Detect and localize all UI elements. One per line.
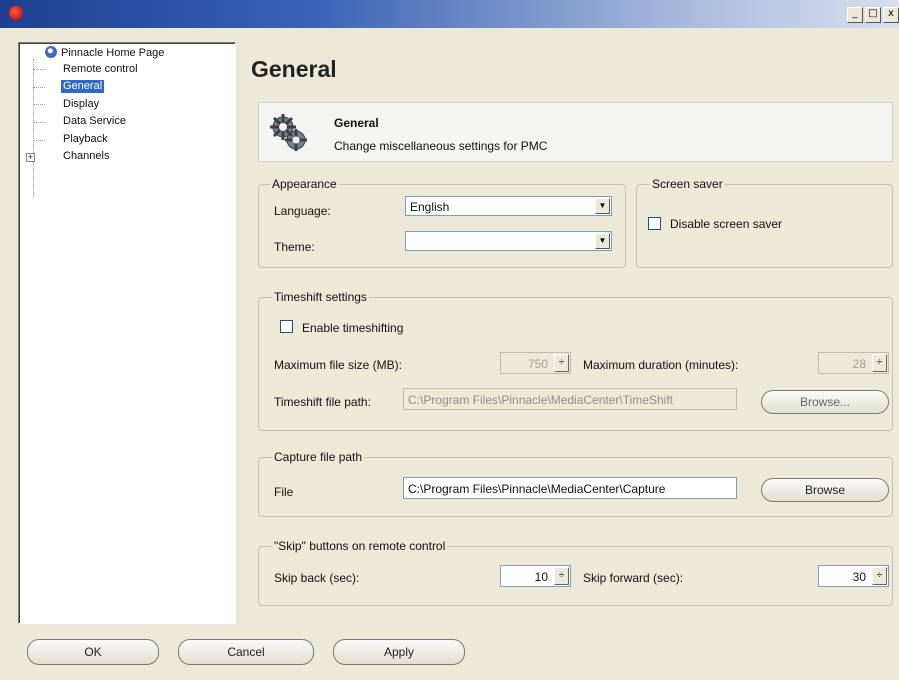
enable-timeshift-label[interactable]: Enable timeshifting: [302, 321, 403, 335]
max-file-size-label: Maximum file size (MB):: [274, 358, 403, 372]
banner-description: Change miscellaneous settings for PMC: [334, 139, 548, 153]
tree-connector: [33, 69, 45, 70]
cancel-button[interactable]: Cancel: [178, 639, 314, 665]
screen-saver-legend: Screen saver: [650, 177, 725, 191]
theme-select[interactable]: ▼: [405, 231, 612, 251]
timeshift-path-field[interactable]: C:\Program Files\Pinnacle\MediaCenter\Ti…: [403, 388, 737, 410]
tree-connector: [33, 122, 45, 123]
capture-file-field[interactable]: C:\Program Files\Pinnacle\MediaCenter\Ca…: [403, 477, 737, 499]
tree-item-remote-control[interactable]: Remote control: [63, 63, 138, 76]
tree-connector: [33, 140, 45, 141]
skip-forward-value: 30: [852, 570, 866, 584]
spinner-arrows-icon[interactable]: ÷: [554, 567, 569, 585]
page-title: General: [251, 56, 337, 82]
skip-back-value: 10: [534, 570, 548, 584]
timeshift-path-label: Timeshift file path:: [274, 395, 371, 409]
enable-timeshift-checkbox[interactable]: [280, 320, 293, 333]
banner-title: General: [334, 116, 379, 130]
language-value: English: [410, 200, 450, 214]
title-bar: _ □ x: [0, 0, 899, 28]
section-banner: General Change miscellaneous settings fo…: [258, 102, 893, 162]
tree-item-data-service[interactable]: Data Service: [63, 115, 126, 128]
close-button[interactable]: x: [883, 7, 899, 23]
tree-item-pinnacle-home-page[interactable]: Pinnacle Home Page: [61, 47, 164, 60]
skip-forward-label: Skip forward (sec):: [583, 571, 684, 585]
max-duration-label: Maximum duration (minutes):: [583, 358, 739, 372]
window-controls: _ □ x: [847, 7, 899, 23]
expand-channels-icon[interactable]: +: [26, 153, 35, 162]
apply-button[interactable]: Apply: [333, 639, 465, 665]
spinner-arrows-icon[interactable]: ÷: [554, 354, 569, 372]
disable-screen-saver-checkbox[interactable]: [648, 217, 661, 230]
language-select[interactable]: English ▼: [405, 196, 612, 216]
tree-connector: [33, 59, 34, 197]
language-label: Language:: [274, 204, 331, 218]
tree-item-general[interactable]: General: [61, 80, 105, 93]
tree-connector: [33, 87, 45, 88]
settings-tree[interactable]: Pinnacle Home Page Remote control Genera…: [18, 42, 236, 624]
gear-icon: [270, 114, 307, 151]
timeshift-browse-button[interactable]: Browse...: [761, 390, 889, 414]
chevron-down-icon[interactable]: ▼: [595, 233, 610, 249]
skip-legend: "Skip" buttons on remote control: [272, 539, 448, 553]
tree-connector: [33, 104, 45, 105]
capture-file-value: C:\Program Files\Pinnacle\MediaCenter\Ca…: [408, 482, 666, 496]
skip-back-spinner[interactable]: 10 ÷: [500, 565, 571, 587]
ok-button[interactable]: OK: [27, 639, 159, 665]
home-page-icon: [45, 46, 57, 58]
theme-label: Theme:: [274, 240, 315, 254]
appearance-legend: Appearance: [270, 177, 339, 191]
capture-legend: Capture file path: [272, 450, 365, 464]
max-duration-spinner[interactable]: 28 ÷: [818, 352, 889, 374]
tree-item-playback[interactable]: Playback: [63, 133, 108, 146]
skip-back-label: Skip back (sec):: [274, 571, 360, 585]
tree-item-display[interactable]: Display: [63, 98, 99, 111]
capture-file-label: File: [274, 485, 294, 499]
spinner-arrows-icon[interactable]: ÷: [872, 354, 887, 372]
spinner-arrows-icon[interactable]: ÷: [872, 567, 887, 585]
max-file-size-value: 750: [527, 357, 548, 371]
disable-screen-saver-label[interactable]: Disable screen saver: [670, 217, 782, 231]
timeshift-legend: Timeshift settings: [272, 290, 369, 304]
skip-forward-spinner[interactable]: 30 ÷: [818, 565, 889, 587]
app-icon: [9, 6, 23, 20]
minimize-button[interactable]: _: [847, 7, 863, 23]
max-duration-value: 28: [852, 357, 866, 371]
tree-item-channels[interactable]: Channels: [63, 150, 109, 163]
chevron-down-icon[interactable]: ▼: [595, 198, 610, 214]
capture-browse-button[interactable]: Browse: [761, 478, 889, 502]
max-file-size-spinner[interactable]: 750 ÷: [500, 352, 571, 374]
timeshift-path-value: C:\Program Files\Pinnacle\MediaCenter\Ti…: [408, 393, 673, 407]
maximize-button[interactable]: □: [865, 7, 881, 23]
